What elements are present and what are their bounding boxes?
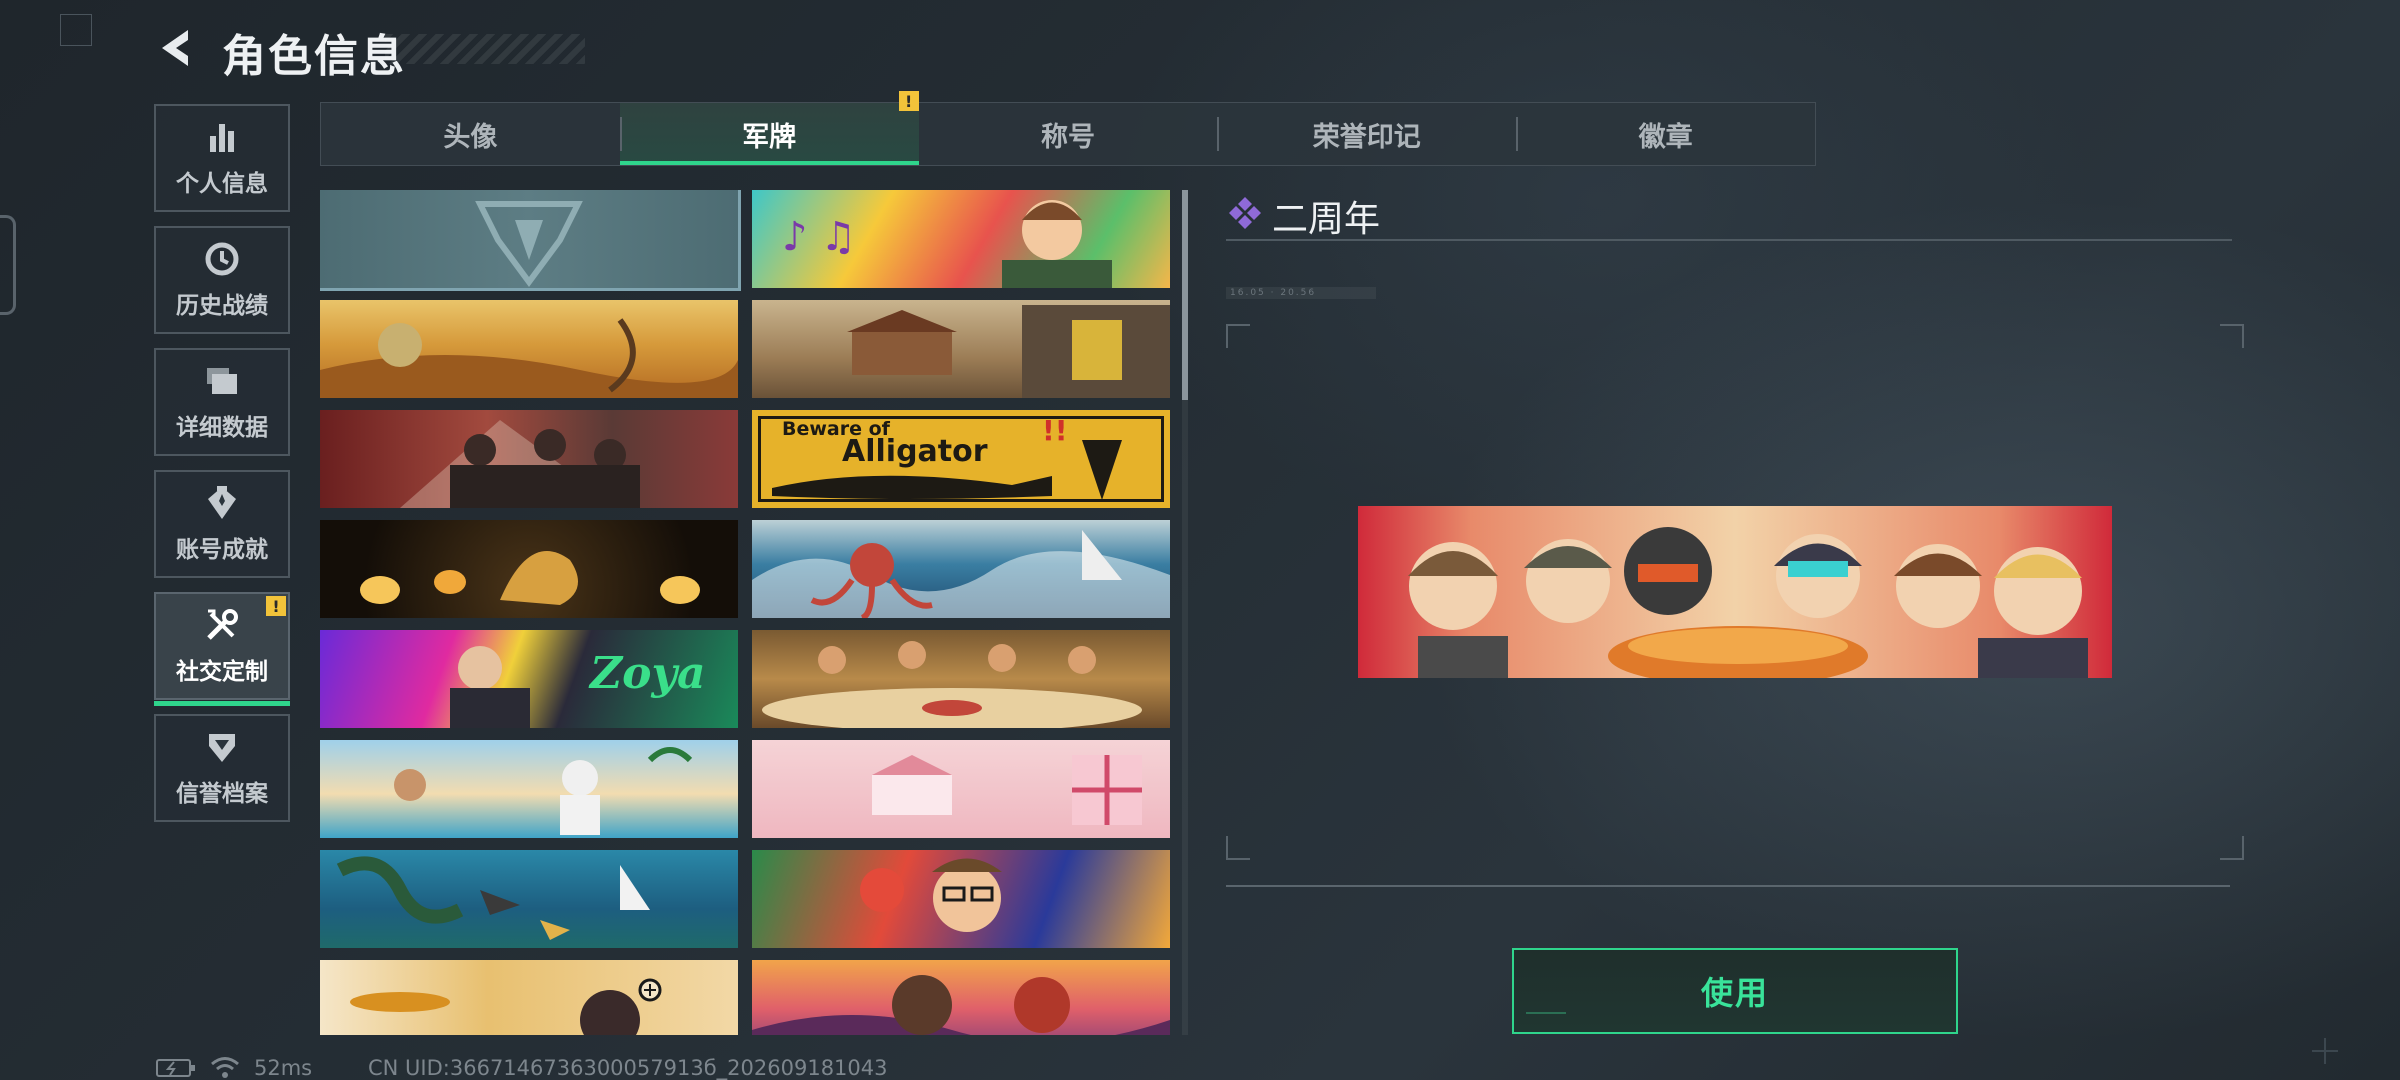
sidebar-item-personal-info[interactable]: 个人信息 — [154, 104, 290, 212]
frame-corner — [2220, 836, 2244, 860]
emblem-icon — [475, 201, 583, 288]
sidebar-item-detailed-data[interactable]: 详细数据 — [154, 348, 290, 456]
sidebar-item-achievements[interactable]: 账号成就 — [154, 470, 290, 578]
preview-art — [1408, 527, 2088, 678]
ping-value: 52ms — [254, 1056, 313, 1080]
tab-dog-tag[interactable]: 军牌 ! — [619, 91, 919, 165]
bar-chart-icon — [210, 124, 234, 152]
corner-square — [60, 14, 92, 46]
card-art — [320, 318, 738, 398]
card-caption: Zoya — [590, 648, 706, 699]
card-art — [394, 747, 693, 835]
dog-tag-card[interactable] — [320, 410, 738, 508]
sidebar-item-reputation[interactable]: 信誉档案 — [154, 714, 290, 822]
title-divider — [1226, 239, 2232, 241]
dog-tag-card[interactable] — [320, 300, 738, 398]
back-arrow-icon — [162, 30, 188, 66]
dog-tag-card[interactable] — [320, 960, 738, 1035]
use-button[interactable]: 使用 — [1512, 948, 1958, 1034]
sidebar-item-label: 详细数据 — [176, 415, 268, 441]
reputation-icon — [209, 734, 235, 762]
panel-divider — [1226, 885, 2230, 887]
card-art: ♪ ♫ — [782, 200, 1112, 288]
dog-tag-card[interactable]: ♪ ♫ — [752, 190, 1170, 288]
card-art — [350, 978, 662, 1035]
sidebar-item-label: 信誉档案 — [176, 781, 268, 807]
user-uid: CN UID:3667146736300057913б_202609181043 — [368, 1056, 888, 1080]
dog-tag-card[interactable] — [320, 740, 738, 838]
dog-tag-card[interactable] — [752, 960, 1170, 1035]
diamond-cluster-icon — [1229, 197, 1261, 229]
card-art — [847, 305, 1170, 398]
notification-badge: ! — [898, 91, 919, 111]
back-button[interactable] — [150, 22, 198, 74]
grid-scrollbar[interactable] — [1182, 190, 1188, 400]
notification-badge: ! — [266, 596, 286, 616]
battery-icon — [156, 1059, 195, 1077]
folder-stack-icon — [207, 368, 237, 394]
alligator-art: !! — [772, 414, 1122, 500]
title-decoration — [385, 34, 585, 64]
wifi-icon — [211, 1057, 239, 1078]
dog-tag-card[interactable] — [752, 630, 1170, 728]
category-tabs: 头像 军牌 ! 称号 荣誉印记 徽章 — [320, 91, 1816, 166]
status-bar: 52ms — [156, 1056, 312, 1080]
history-clock-icon — [205, 242, 239, 276]
dog-tag-card[interactable] — [320, 850, 738, 948]
item-title: 二周年 — [1272, 199, 1381, 240]
card-art — [752, 975, 1170, 1035]
sidebar-item-label: 社交定制 — [176, 659, 268, 685]
item-date: 16.05 · 20.56 — [1226, 287, 1376, 299]
card-art — [752, 530, 1170, 618]
sidebar-item-history[interactable]: 历史战绩 — [154, 226, 290, 334]
card-art — [400, 420, 640, 508]
frame-corner — [1226, 836, 1250, 860]
dog-tag-card[interactable]: Beware of Alligator !! — [752, 410, 1170, 508]
card-art — [360, 551, 700, 605]
dog-tag-card[interactable] — [320, 190, 741, 291]
card-art — [872, 755, 1142, 825]
dog-tag-card[interactable] — [320, 520, 738, 618]
dog-tag-card[interactable] — [752, 740, 1170, 838]
card-art — [860, 858, 1002, 932]
card-art — [336, 856, 650, 940]
page-title: 角色信息 — [222, 31, 406, 82]
dog-tag-card[interactable] — [752, 300, 1170, 398]
sidebar-item-label: 个人信息 — [176, 171, 268, 197]
tab-avatar[interactable]: 头像 — [321, 103, 620, 165]
side-hex-decoration — [0, 215, 16, 315]
tab-honor-mark[interactable]: 荣誉印记 — [1217, 103, 1516, 165]
crosshair-icon — [2312, 1038, 2338, 1064]
use-button-label: 使用 — [1700, 974, 1769, 1012]
svg-text:♪ ♫: ♪ ♫ — [782, 214, 856, 260]
dog-tag-card[interactable] — [752, 520, 1170, 618]
tab-badge[interactable]: 徽章 — [1516, 103, 1815, 165]
sidebar-item-label: 历史战绩 — [176, 293, 268, 319]
dog-tag-card[interactable] — [752, 850, 1170, 948]
dog-tag-card[interactable]: Zoya — [320, 630, 738, 728]
sidebar-item-label: 账号成就 — [176, 537, 268, 563]
sidebar-item-social-custom[interactable]: 社交定制 ! — [154, 592, 290, 706]
tab-title[interactable]: 称号 — [919, 103, 1218, 165]
card-art — [762, 641, 1142, 728]
frame-corner — [1226, 324, 1250, 348]
dog-tag-preview — [1358, 506, 2112, 678]
svg-text:!!: !! — [1042, 414, 1068, 447]
achievement-icon — [208, 486, 236, 519]
tools-icon — [207, 609, 238, 640]
dog-tag-grid: ♪ ♫ Beware of Alligator !! Zoya — [320, 190, 1170, 1035]
frame-corner — [2220, 324, 2244, 348]
